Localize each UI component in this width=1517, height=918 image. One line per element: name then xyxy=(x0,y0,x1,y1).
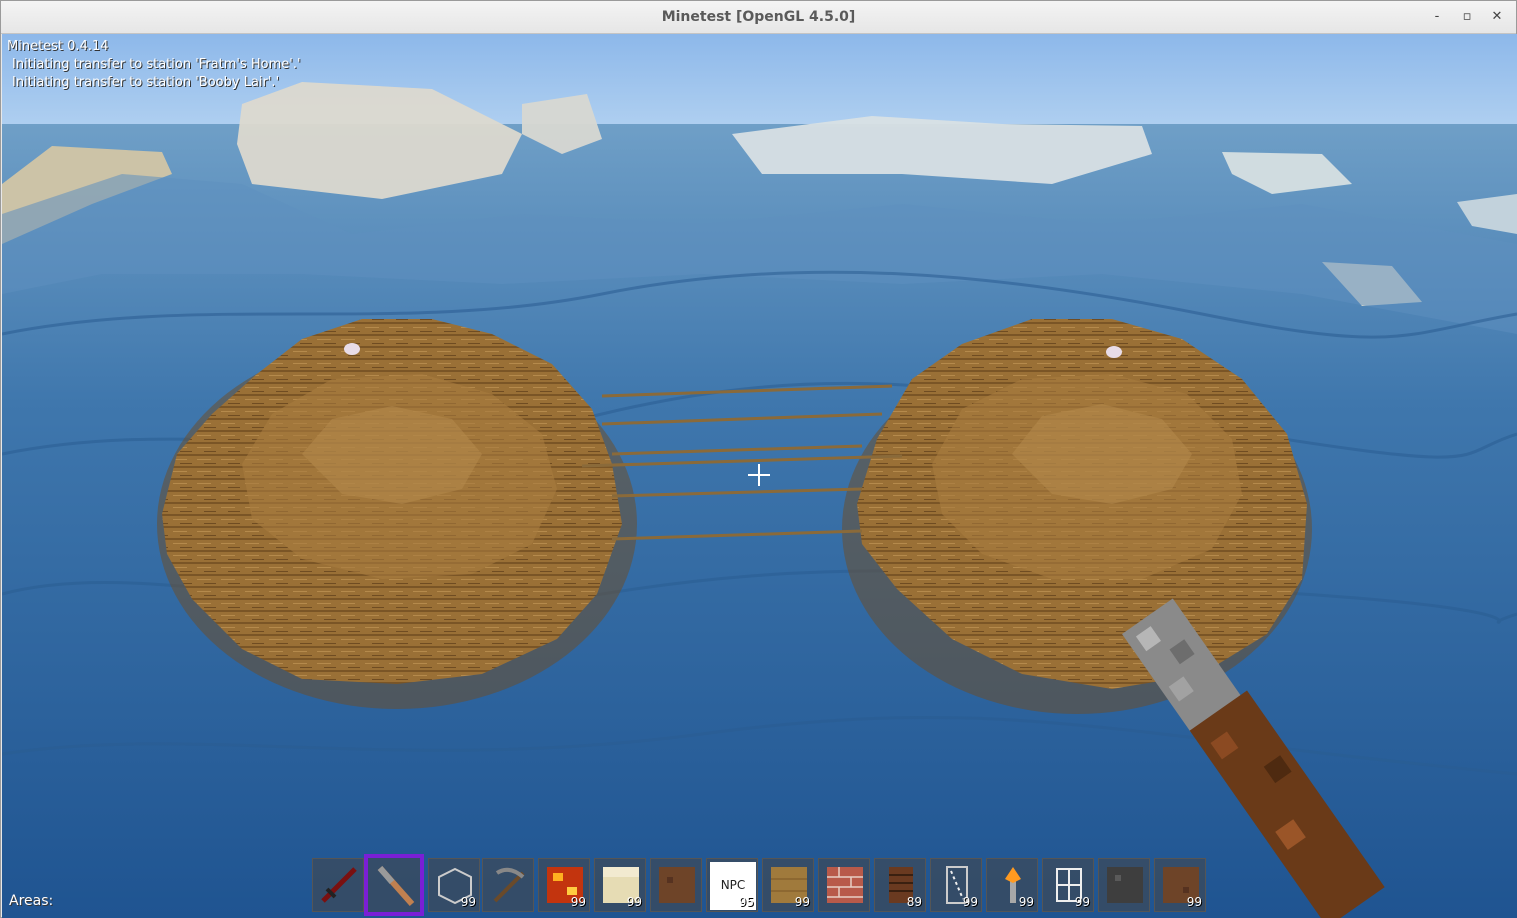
game-viewport[interactable]: Minetest 0.4.14 Initiating transfer to s… xyxy=(2,34,1517,918)
areas-label: Areas: xyxy=(9,893,54,909)
hotbar-slot-16[interactable]: 99 xyxy=(1154,858,1206,912)
hotbar-slot-1[interactable] xyxy=(312,858,364,912)
pickaxe-icon xyxy=(493,867,525,903)
chat-message: Initiating transfer to station 'Fratm's … xyxy=(12,57,301,72)
stone-block-icon xyxy=(1107,867,1143,903)
hotbar-slot-13[interactable]: 99 xyxy=(986,858,1038,912)
sword-icon xyxy=(321,867,357,903)
hotbar-slot-10[interactable] xyxy=(818,858,870,912)
hotbar-slot-14[interactable]: 99 xyxy=(1042,858,1094,912)
hotbar-slot-6[interactable]: 99 xyxy=(594,858,646,912)
hotbar-slot-3[interactable]: 99 xyxy=(428,858,480,912)
hotbar-slot-2-selected[interactable] xyxy=(364,854,424,916)
window-title: Minetest [OpenGL 4.5.0] xyxy=(661,9,856,25)
dirt-block-icon xyxy=(659,867,695,903)
hotbar-slot-8[interactable]: NPC 95 xyxy=(706,858,758,912)
stick-icon xyxy=(377,866,415,906)
close-button[interactable]: ✕ xyxy=(1486,7,1508,27)
version-label: Minetest 0.4.14 xyxy=(7,39,109,54)
hotbar-slot-9[interactable]: 99 xyxy=(762,858,814,912)
chat-message: Initiating transfer to station 'Booby La… xyxy=(12,75,280,90)
hotbar-slot-7[interactable] xyxy=(650,858,702,912)
crosshair-icon xyxy=(748,464,770,486)
minimize-button[interactable]: ‐ xyxy=(1426,7,1448,27)
hotbar-slot-4[interactable] xyxy=(482,858,534,912)
brick-block-icon xyxy=(827,867,863,903)
hotbar-slot-5[interactable]: 99 xyxy=(538,858,590,912)
maximize-button[interactable]: ▫ xyxy=(1456,7,1478,27)
hotbar-slot-12[interactable]: 99 xyxy=(930,858,982,912)
hotbar-slot-15[interactable] xyxy=(1098,858,1150,912)
title-bar[interactable]: Minetest [OpenGL 4.5.0] ‐ ▫ ✕ xyxy=(1,1,1516,34)
game-window: Minetest [OpenGL 4.5.0] ‐ ▫ ✕ Minetest 0… xyxy=(0,0,1517,918)
hotbar-slot-11[interactable]: 89 xyxy=(874,858,926,912)
